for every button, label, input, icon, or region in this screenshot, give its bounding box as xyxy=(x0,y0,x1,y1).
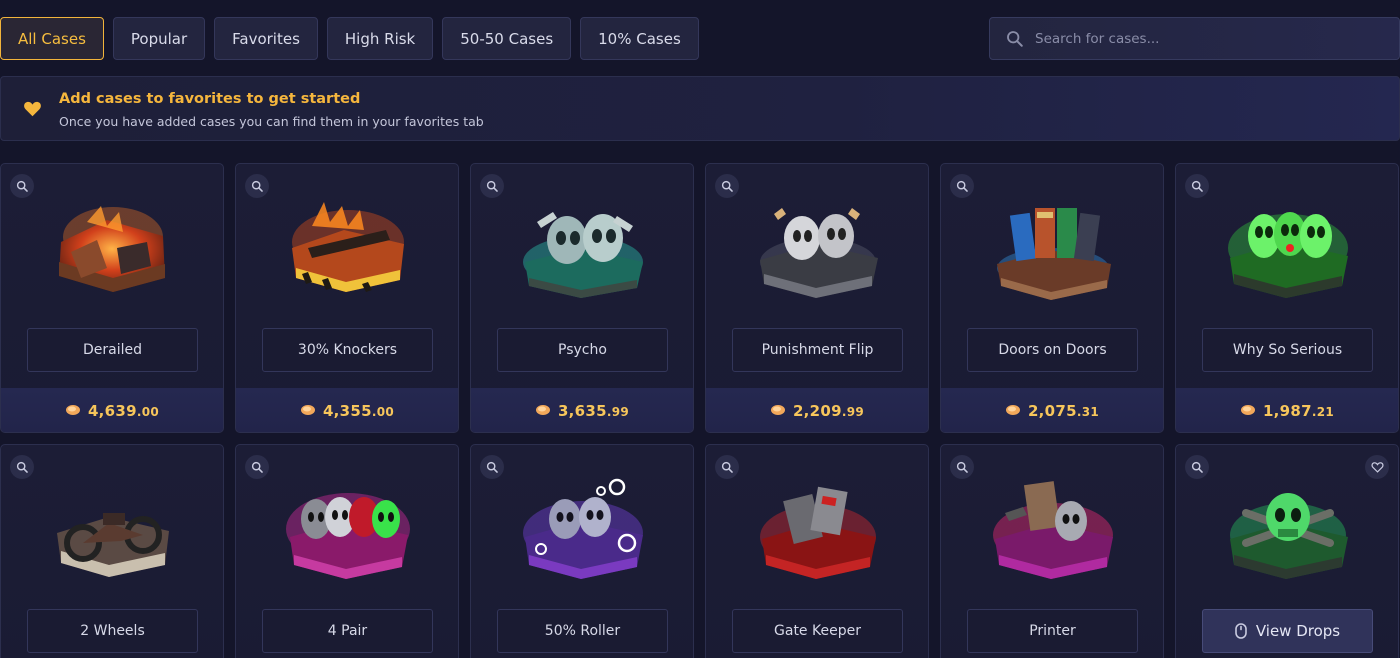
tab-all-cases[interactable]: All Cases xyxy=(0,17,104,60)
search-icon xyxy=(1007,30,1023,47)
case-card[interactable]: 4 Pair xyxy=(235,444,459,658)
case-name: Gate Keeper xyxy=(732,609,903,653)
view-drops-button[interactable]: View Drops xyxy=(1202,609,1373,653)
case-card[interactable]: Punishment Flip 2,209.99 xyxy=(705,163,929,433)
zoom-icon[interactable] xyxy=(245,174,269,198)
zoom-icon[interactable] xyxy=(10,455,34,479)
doors-crate-icon xyxy=(997,208,1111,300)
coin-icon xyxy=(770,405,785,415)
case-card[interactable]: Why So Serious 1,987.21 xyxy=(1175,163,1399,433)
case-name: 30% Knockers xyxy=(262,328,433,372)
tab-10-percent-cases[interactable]: 10% Cases xyxy=(580,17,699,60)
zoom-icon[interactable] xyxy=(480,174,504,198)
tab-high-risk[interactable]: High Risk xyxy=(326,17,434,60)
search-box[interactable] xyxy=(989,17,1400,60)
case-name: Doors on Doors xyxy=(967,328,1138,372)
case-name: Printer xyxy=(967,609,1138,653)
silver-mask-crate-icon xyxy=(760,208,878,298)
price-value: 1,987 xyxy=(1262,401,1312,420)
price-cents: .99 xyxy=(606,404,630,419)
price-bar: 3,635.99 xyxy=(471,388,693,432)
flame-gun-crate-icon xyxy=(292,202,404,292)
case-card[interactable]: 50% Roller xyxy=(470,444,694,658)
price-cents: .21 xyxy=(1311,404,1335,419)
green-mask-crate-icon xyxy=(1228,212,1348,298)
banner-subtitle: Once you have added cases you can find t… xyxy=(59,114,484,129)
coin-icon xyxy=(1240,405,1255,415)
price-cents: .99 xyxy=(841,404,865,419)
price-bar: 4,639.00 xyxy=(1,388,223,432)
case-card[interactable]: Printer xyxy=(940,444,1164,658)
favorites-banner: Add cases to favorites to get started On… xyxy=(0,76,1400,141)
zoom-icon[interactable] xyxy=(10,174,34,198)
case-name: 50% Roller xyxy=(497,609,668,653)
fire-crate-icon xyxy=(59,206,165,292)
zoom-icon[interactable] xyxy=(715,174,739,198)
price-bar: 2,075.31 xyxy=(941,388,1163,432)
teal-mask-crate-icon xyxy=(523,212,643,298)
coin-icon xyxy=(1005,405,1020,415)
case-card[interactable]: 2 Wheels xyxy=(0,444,224,658)
price-value: 4,355 xyxy=(322,401,372,420)
coin-icon xyxy=(65,405,80,415)
price-cents: .31 xyxy=(1076,404,1100,419)
zoom-icon[interactable] xyxy=(1185,455,1209,479)
price-value: 4,639 xyxy=(87,401,137,420)
mouse-icon xyxy=(1235,623,1247,639)
case-card[interactable]: Psycho 3,635.99 xyxy=(470,163,694,433)
zoom-icon[interactable] xyxy=(1185,174,1209,198)
green-skull-crate-icon xyxy=(1230,493,1348,579)
zoom-icon[interactable] xyxy=(245,455,269,479)
case-name: Psycho xyxy=(497,328,668,372)
purple-bubble-crate-icon xyxy=(523,478,643,579)
price-value: 2,209 xyxy=(792,401,842,420)
zoom-icon[interactable] xyxy=(480,455,504,479)
case-name: Why So Serious xyxy=(1202,328,1373,372)
price-bar: 1,987.21 xyxy=(1176,388,1398,432)
case-name: 4 Pair xyxy=(262,609,433,653)
pink-printer-crate-icon xyxy=(993,481,1113,579)
zoom-icon[interactable] xyxy=(950,174,974,198)
banner-title: Add cases to favorites to get started xyxy=(59,91,361,107)
pink-mask-crate-icon xyxy=(286,493,410,579)
heart-icon xyxy=(24,101,41,117)
price-cents: .00 xyxy=(136,404,160,419)
zoom-icon[interactable] xyxy=(950,455,974,479)
case-card[interactable]: Derailed 4,639.00 xyxy=(0,163,224,433)
case-card[interactable]: Gate Keeper xyxy=(705,444,929,658)
case-name: Derailed xyxy=(27,328,198,372)
price-value: 3,635 xyxy=(557,401,607,420)
case-card[interactable]: Doors on Doors 2,075.31 xyxy=(940,163,1164,433)
price-bar: 4,355.00 xyxy=(236,388,458,432)
price-value: 2,075 xyxy=(1027,401,1077,420)
tab-50-50-cases[interactable]: 50-50 Cases xyxy=(442,17,572,60)
price-bar: 2,209.99 xyxy=(706,388,928,432)
price-cents: .00 xyxy=(371,404,395,419)
search-input[interactable] xyxy=(1035,30,1365,47)
case-name: Punishment Flip xyxy=(732,328,903,372)
red-cards-crate-icon xyxy=(760,486,876,579)
favorite-heart-icon[interactable] xyxy=(1365,455,1389,479)
tab-favorites[interactable]: Favorites xyxy=(214,17,318,60)
case-name: 2 Wheels xyxy=(27,609,198,653)
category-tabs: All Cases Popular Favorites High Risk 50… xyxy=(0,17,699,60)
coin-icon xyxy=(535,405,550,415)
motorbike-crate-icon xyxy=(57,513,169,577)
tab-popular[interactable]: Popular xyxy=(112,17,206,60)
view-drops-label: View Drops xyxy=(1255,622,1341,640)
case-card[interactable]: View Drops xyxy=(1175,444,1399,658)
coin-icon xyxy=(300,405,315,415)
case-card[interactable]: 30% Knockers 4,355.00 xyxy=(235,163,459,433)
zoom-icon[interactable] xyxy=(715,455,739,479)
